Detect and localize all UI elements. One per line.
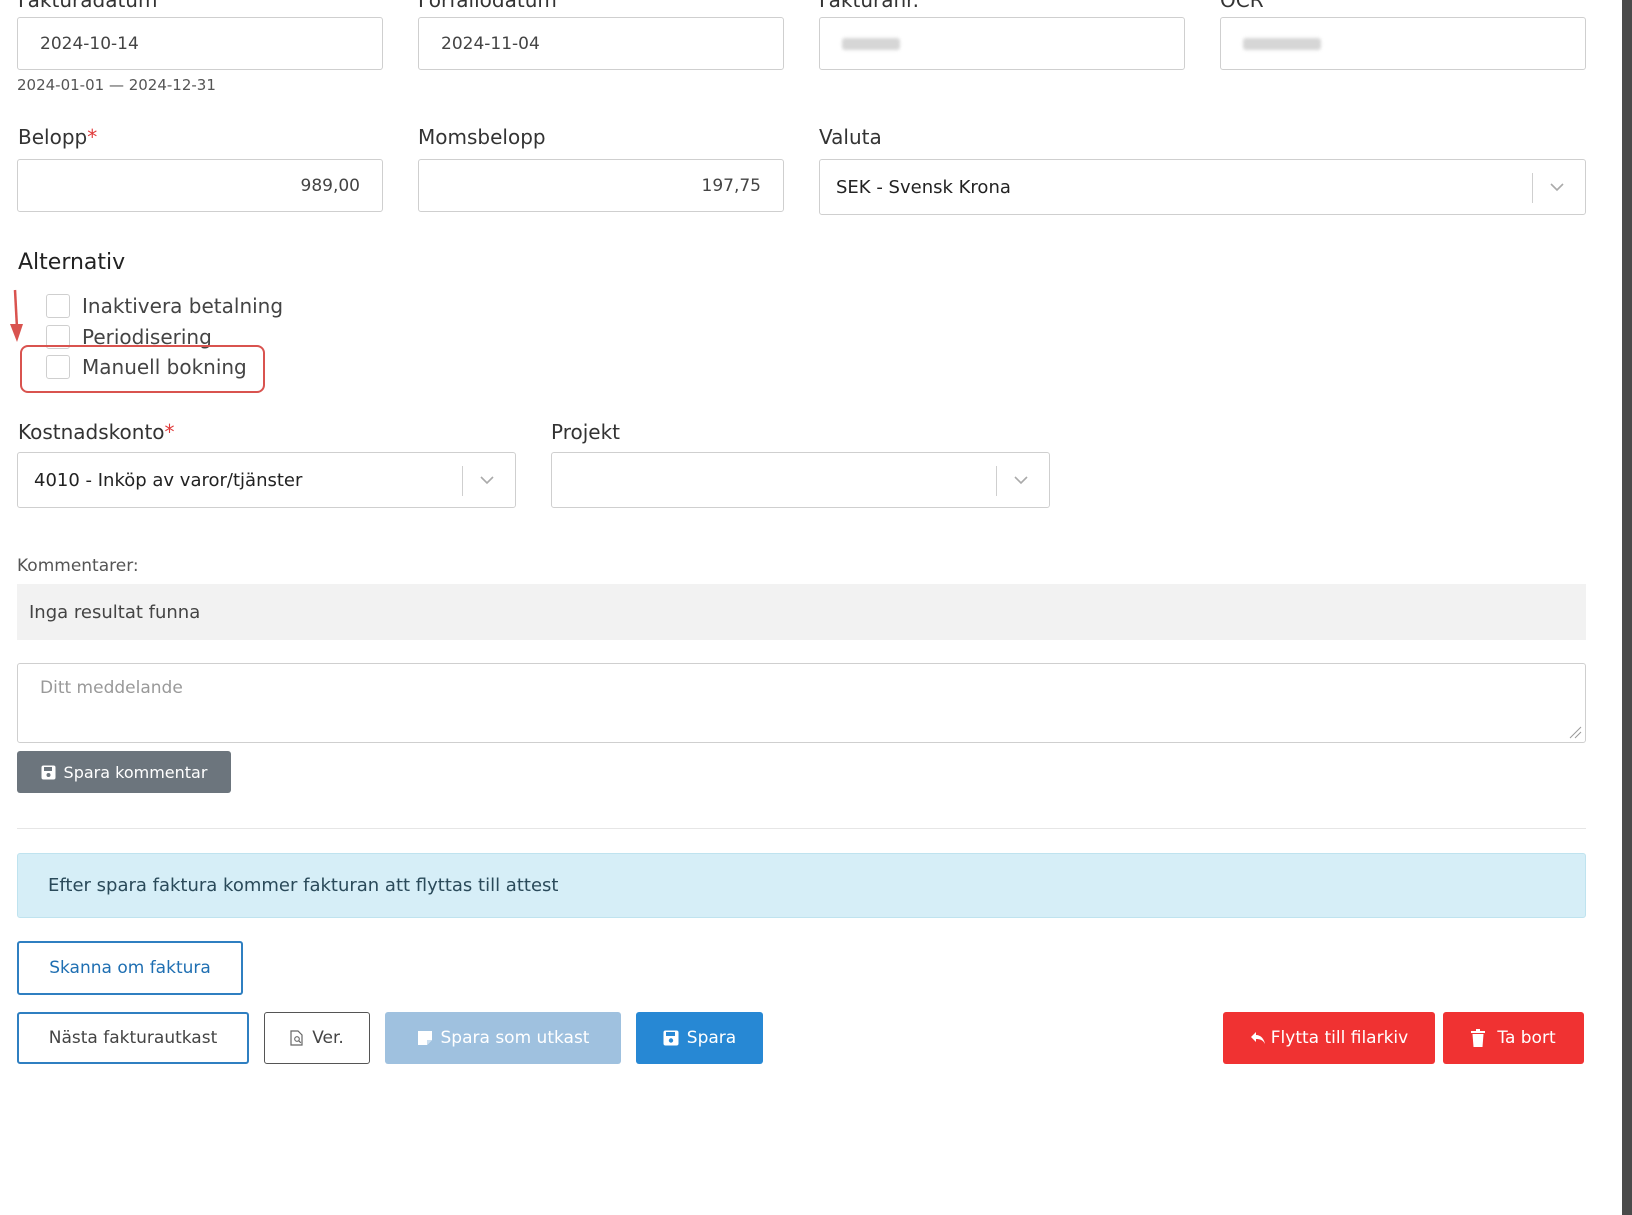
belopp-value: 989,00 xyxy=(300,175,360,196)
valuta-value: SEK - Svensk Krona xyxy=(836,176,1011,198)
save-comment-button[interactable]: Spara kommentar xyxy=(17,751,231,793)
save-label: Spara xyxy=(686,1028,737,1048)
required-mark: * xyxy=(164,420,175,444)
momsbelopp-label: Momsbelopp xyxy=(418,125,546,149)
ocr-input[interactable] xyxy=(1220,17,1586,70)
floppy-disk-icon xyxy=(663,1030,679,1046)
comments-empty-text: Inga resultat funna xyxy=(29,601,201,623)
valuta-select[interactable]: SEK - Svensk Krona xyxy=(819,159,1586,215)
fakturadatum-value: 2024-10-14 xyxy=(40,33,139,54)
comments-empty-panel: Inga resultat funna xyxy=(17,584,1586,640)
comments-label: Kommentarer: xyxy=(17,556,139,576)
kostnadskonto-value: 4010 - Inköp av varor/tjänster xyxy=(34,469,303,491)
ocr-redacted xyxy=(1243,37,1321,50)
save-draft-button[interactable]: Spara som utkast xyxy=(385,1012,621,1064)
floppy-disk-icon xyxy=(41,765,56,780)
forfallodatum-value: 2024-11-04 xyxy=(441,33,540,54)
checkbox[interactable] xyxy=(46,294,70,318)
resize-grip-icon[interactable] xyxy=(1568,725,1582,739)
option-inaktivera-betalning[interactable]: Inaktivera betalning xyxy=(46,294,283,318)
alternativ-title: Alternativ xyxy=(18,250,126,275)
momsbelopp-value: 197,75 xyxy=(701,175,761,196)
next-draft-button[interactable]: Nästa fakturautkast xyxy=(17,1012,249,1064)
annotation-arrow-icon xyxy=(10,289,23,342)
fakturanr-input[interactable] xyxy=(819,17,1185,70)
reply-arrow-icon xyxy=(1250,1031,1266,1045)
chevron-down-icon[interactable] xyxy=(475,467,499,493)
comment-textarea[interactable]: Ditt meddelande xyxy=(17,663,1586,743)
ocr-label: OCR xyxy=(1220,0,1264,12)
note-icon xyxy=(417,1030,433,1046)
projekt-select[interactable] xyxy=(551,452,1050,508)
chevron-down-icon[interactable] xyxy=(1545,174,1569,200)
forfallodatum-label: Förfallodatum xyxy=(418,0,557,12)
kostnadskonto-label: Kostnadskonto* xyxy=(18,420,175,444)
chevron-down-icon[interactable] xyxy=(1009,467,1033,493)
move-to-archive-label: Flytta till filarkiv xyxy=(1270,1028,1409,1048)
trash-icon xyxy=(1471,1029,1486,1047)
forfallodatum-input[interactable]: 2024-11-04 xyxy=(418,17,784,70)
kostnadskonto-select[interactable]: 4010 - Inköp av varor/tjänster xyxy=(17,452,516,508)
option-label: Inaktivera betalning xyxy=(82,294,284,318)
next-draft-label: Nästa fakturautkast xyxy=(48,1028,218,1048)
fakturadatum-input[interactable]: 2024-10-14 xyxy=(17,17,383,70)
save-comment-label: Spara kommentar xyxy=(63,762,208,782)
ver-label: Ver. xyxy=(312,1028,344,1048)
valuta-label: Valuta xyxy=(819,125,882,149)
move-to-archive-button[interactable]: Flytta till filarkiv xyxy=(1223,1012,1435,1064)
save-draft-label: Spara som utkast xyxy=(440,1028,590,1048)
projekt-label: Projekt xyxy=(551,420,621,444)
belopp-label-text: Belopp xyxy=(18,125,88,149)
info-alert-text: Efter spara faktura kommer fakturan att … xyxy=(48,875,559,896)
kostnadskonto-label-text: Kostnadskonto xyxy=(18,420,165,444)
select-separator xyxy=(996,466,997,496)
ver-button[interactable]: Ver. xyxy=(264,1012,370,1064)
date-range-hint: 2024-01-01 — 2024-12-31 xyxy=(17,76,216,94)
fakturanr-label: Fakturanr. xyxy=(819,0,919,12)
window-edge xyxy=(1622,0,1632,1215)
belopp-input[interactable]: 989,00 xyxy=(17,159,383,212)
select-separator xyxy=(1532,173,1533,203)
fakturanr-redacted xyxy=(842,37,900,50)
select-separator xyxy=(462,466,463,496)
delete-label: Ta bort xyxy=(1497,1028,1556,1048)
info-alert: Efter spara faktura kommer fakturan att … xyxy=(17,853,1586,918)
momsbelopp-input[interactable]: 197,75 xyxy=(418,159,784,212)
rescan-invoice-button[interactable]: Skanna om faktura xyxy=(17,941,243,995)
delete-button[interactable]: Ta bort xyxy=(1443,1012,1584,1064)
save-button[interactable]: Spara xyxy=(636,1012,763,1064)
document-search-icon xyxy=(290,1030,304,1046)
required-mark: * xyxy=(87,125,98,149)
belopp-label: Belopp* xyxy=(18,125,97,149)
rescan-invoice-label: Skanna om faktura xyxy=(49,958,211,978)
annotation-highlight-box xyxy=(20,345,265,393)
divider xyxy=(17,828,1586,829)
comment-placeholder: Ditt meddelande xyxy=(40,678,183,698)
fakturadatum-label: Fakturadatum xyxy=(18,0,158,12)
